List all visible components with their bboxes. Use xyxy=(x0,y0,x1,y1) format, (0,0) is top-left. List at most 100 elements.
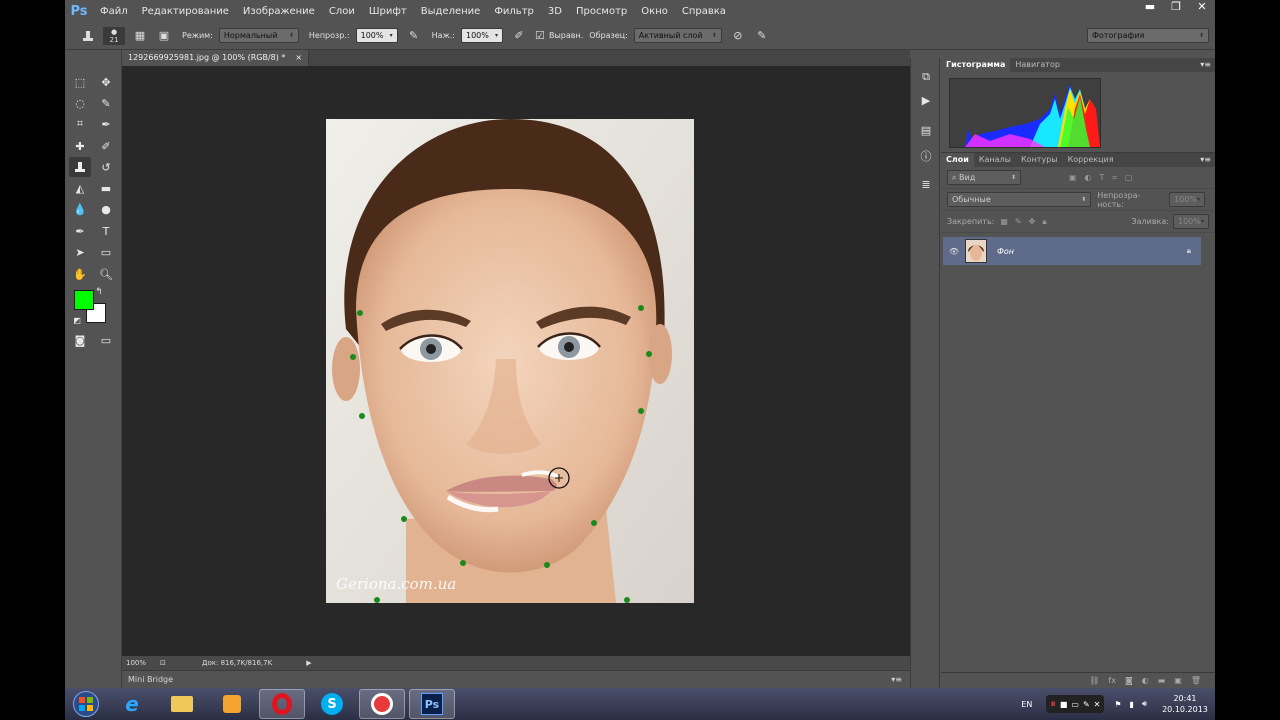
menu-image[interactable]: Изображение xyxy=(236,6,322,17)
lock-icons[interactable]: ▦✎✥🔒︎ xyxy=(1000,217,1053,227)
record-pause-icon[interactable]: ⏸ xyxy=(1050,697,1056,711)
eraser-tool-icon[interactable]: ◭ xyxy=(69,178,91,198)
tab-adjustments[interactable]: Коррекция xyxy=(1063,153,1119,167)
panel-menu-icon[interactable]: ▾≡ xyxy=(1200,58,1211,72)
fill-field[interactable]: 100% ▾ xyxy=(1173,214,1209,229)
sample-select[interactable]: Активный слой ⬍ xyxy=(633,28,722,43)
opera-taskbar-button[interactable] xyxy=(259,689,305,719)
pen-tool-icon[interactable]: ✒ xyxy=(69,221,91,241)
media-player-taskbar-button[interactable] xyxy=(209,689,255,719)
menu-layers[interactable]: Слои xyxy=(322,6,362,17)
skype-taskbar-button[interactable]: S xyxy=(309,689,355,719)
blend-mode-select[interactable]: Обычные ⬍ xyxy=(947,192,1092,207)
close-tab-icon[interactable]: × xyxy=(295,50,302,66)
status-arrow-icon[interactable]: ▶ xyxy=(306,659,311,667)
airbrush-icon[interactable]: ✐ xyxy=(510,27,528,45)
eyedropper-tool-icon[interactable]: ✒ xyxy=(95,114,117,134)
default-colors-icon[interactable]: ◩ xyxy=(71,314,83,326)
menu-help[interactable]: Справка xyxy=(675,6,733,17)
tab-navigator[interactable]: Навигатор xyxy=(1010,58,1065,72)
recorder-taskbar-button[interactable] xyxy=(359,689,405,719)
new-layer-icon[interactable]: ▣ xyxy=(1174,676,1182,685)
restore-button[interactable]: ❐ xyxy=(1163,0,1189,16)
recorder-controls[interactable]: ⏸ ■ ▭ ✎ ✕ xyxy=(1046,695,1105,713)
lasso-tool-icon[interactable]: ◌ xyxy=(69,93,91,113)
status-menu-icon[interactable]: ⊡ xyxy=(160,659,182,667)
menu-type[interactable]: Шрифт xyxy=(362,6,414,17)
tab-histogram[interactable]: Гистограмма xyxy=(941,58,1011,72)
brush-panel-icon[interactable]: ▦ xyxy=(131,27,149,45)
layer-opacity-field[interactable]: 100% ▾ xyxy=(1169,192,1205,207)
path-select-tool-icon[interactable]: ➤ xyxy=(69,242,91,262)
language-indicator[interactable]: EN xyxy=(1021,700,1032,709)
close-icon[interactable]: ✕ xyxy=(1094,700,1101,709)
document-tab[interactable]: 1292669925981.jpg @ 100% (RGB/8) * × xyxy=(122,50,310,66)
clone-stamp-tool-icon[interactable] xyxy=(69,157,91,177)
adjustment-layer-icon[interactable]: ◐ xyxy=(1142,676,1149,685)
photoshop-taskbar-button[interactable]: Ps xyxy=(409,689,455,719)
opacity-select[interactable]: 100% ▾ xyxy=(355,28,398,43)
shape-tool-icon[interactable]: ▭ xyxy=(95,242,117,262)
pen-icon[interactable]: ✎ xyxy=(1083,700,1090,709)
history-brush-tool-icon[interactable]: ↺ xyxy=(95,157,117,177)
mini-bridge-panel[interactable]: Mini Bridge ▾≡ xyxy=(122,670,910,688)
move-tool-icon[interactable]: ✥ xyxy=(95,72,117,92)
tab-layers[interactable]: Слои xyxy=(941,153,974,167)
workspace-select[interactable]: Фотография ⬍ xyxy=(1087,28,1209,43)
pressure-size-icon[interactable]: ✎ xyxy=(753,27,771,45)
menu-select[interactable]: Выделение xyxy=(414,6,488,17)
panel-menu-icon[interactable]: ▾≡ xyxy=(1200,153,1211,167)
layer-style-icon[interactable]: fx xyxy=(1108,676,1116,685)
brush-size-picker[interactable]: ● 21 xyxy=(103,26,125,45)
type-tool-icon[interactable]: T xyxy=(95,221,117,241)
link-layers-icon[interactable]: ⛓ xyxy=(1089,676,1099,685)
pressure-select[interactable]: 100% ▾ xyxy=(460,28,503,43)
clone-stamp-preset-icon[interactable] xyxy=(79,27,97,45)
menu-edit[interactable]: Редактирование xyxy=(135,6,236,17)
brush-tool-icon[interactable]: ✐ xyxy=(95,136,117,156)
history-panel-icon[interactable]: ⧉ xyxy=(918,70,934,84)
zoom-level[interactable]: 100% xyxy=(122,659,160,667)
camera-icon[interactable]: ▭ xyxy=(1071,700,1079,709)
delete-layer-icon[interactable]: 🗑︎ xyxy=(1191,676,1201,685)
swap-colors-icon[interactable]: ↰ xyxy=(93,286,105,298)
network-icon[interactable]: ▮ xyxy=(1130,700,1134,709)
layer-filter-icons[interactable]: ▣◐T⌗▢ xyxy=(1069,173,1141,183)
quick-select-tool-icon[interactable]: ✎ xyxy=(95,93,117,113)
menu-view[interactable]: Просмотр xyxy=(569,6,634,17)
explorer-taskbar-button[interactable] xyxy=(159,689,205,719)
pressure-opacity-icon[interactable]: ✎ xyxy=(405,27,423,45)
blur-tool-icon[interactable]: 💧 xyxy=(69,199,91,219)
zoom-tool-icon[interactable]: 🔍︎ xyxy=(95,264,117,284)
ie-taskbar-button[interactable]: e xyxy=(109,689,155,719)
visibility-eye-icon[interactable]: 👁︎ xyxy=(943,247,965,256)
panel-menu-icon[interactable]: ▾≡ xyxy=(891,675,902,684)
aligned-checkbox[interactable]: ☑ xyxy=(534,27,546,45)
layer-row-background[interactable]: 👁︎ Фон 🔒︎ xyxy=(943,237,1201,265)
tab-channels[interactable]: Каналы xyxy=(974,153,1016,167)
info-panel-icon[interactable]: ⓘ xyxy=(918,148,934,163)
foreground-color-swatch[interactable] xyxy=(74,290,94,310)
character-panel-icon[interactable]: ≣ xyxy=(918,178,934,192)
ignore-adjustment-icon[interactable]: ⊘ xyxy=(729,27,747,45)
mode-select[interactable]: Нормальный ⬍ xyxy=(218,28,299,43)
new-group-icon[interactable]: ▬ xyxy=(1158,676,1166,685)
volume-icon[interactable]: 🔊︎ xyxy=(1142,699,1147,709)
minimize-button[interactable]: ▬ xyxy=(1137,0,1163,16)
action-center-icon[interactable]: ⚑ xyxy=(1114,700,1121,709)
clone-source-icon[interactable]: ▣ xyxy=(155,27,173,45)
hand-tool-icon[interactable]: ✋ xyxy=(69,264,91,284)
gradient-tool-icon[interactable]: ▬ xyxy=(95,178,117,198)
menu-3d[interactable]: 3D xyxy=(541,6,569,17)
dodge-tool-icon[interactable]: ● xyxy=(95,199,117,219)
quick-mask-icon[interactable]: ◙ xyxy=(69,330,91,350)
healing-brush-tool-icon[interactable]: ✚ xyxy=(69,136,91,156)
start-button[interactable] xyxy=(67,689,105,719)
screen-mode-icon[interactable]: ▭ xyxy=(95,330,117,350)
layer-filter-select[interactable]: ⌕ Вид ⬍ xyxy=(947,170,1021,185)
crop-tool-icon[interactable]: ⌗ xyxy=(69,114,91,134)
menu-file[interactable]: Файл xyxy=(93,6,135,17)
close-button[interactable]: ✕ xyxy=(1189,0,1215,16)
menu-window[interactable]: Окно xyxy=(634,6,675,17)
clock[interactable]: 20:41 20.10.2013 xyxy=(1155,693,1215,715)
